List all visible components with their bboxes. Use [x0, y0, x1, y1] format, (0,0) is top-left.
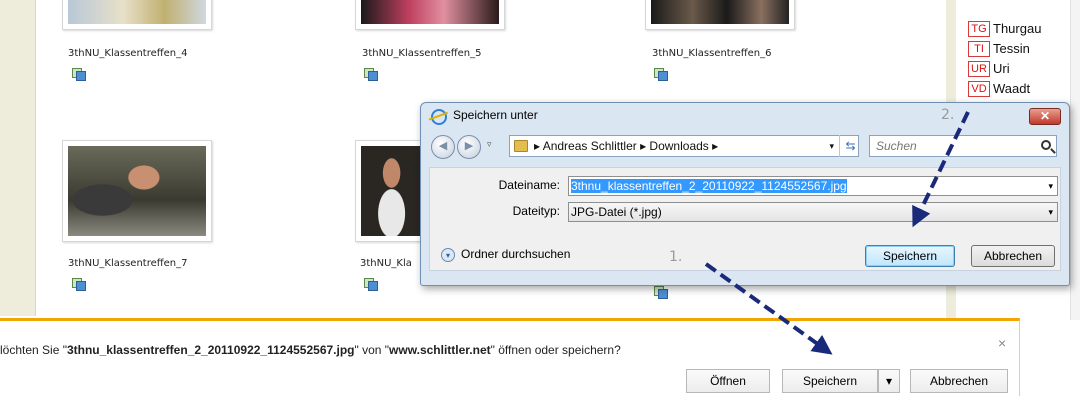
image-icon[interactable]	[654, 68, 668, 81]
filename-field[interactable]: 3thnu_klassentreffen_2_20110922_11245525…	[568, 176, 1058, 196]
recent-locations-dropdown[interactable]: ▿	[487, 139, 492, 150]
photo-thumbnail-5[interactable]	[355, 0, 505, 30]
filetype-select[interactable]: JPG-Datei (*.jpg) ▾	[568, 202, 1058, 222]
cancel-button[interactable]: Abbrechen	[971, 245, 1055, 267]
address-path[interactable]: ▸ Andreas Schlittler ▸ Downloads ▸ ▾	[509, 135, 859, 157]
chevron-down-icon[interactable]: ▾	[1048, 203, 1053, 221]
canton-code: TI	[968, 40, 990, 57]
canton-item-tg[interactable]: TG Thurgau	[968, 20, 1041, 38]
photo-image	[651, 0, 789, 24]
canton-name: Waadt	[993, 81, 1031, 97]
image-icon[interactable]	[72, 278, 86, 291]
save-as-dialog: Speichern unter 2. ✕ ◀ ▶ ▿ ▸ Andreas Sch…	[420, 102, 1070, 286]
photo-caption[interactable]: 3thNU_Klassentreffen_6	[652, 48, 772, 59]
chevron-down-icon[interactable]: ▾	[1048, 177, 1053, 195]
forward-button[interactable]: ▶	[457, 135, 481, 159]
screen: 3thNU_Klassentreffen_4 3thNU_Klassentref…	[0, 0, 1080, 396]
image-icon[interactable]	[364, 68, 378, 81]
browse-folders-toggle[interactable]: ▾ Ordner durchsuchen	[441, 247, 570, 262]
page-scrollbar[interactable]	[1070, 0, 1080, 320]
download-message: löchten Sie "3thnu_klassentreffen_2_2011…	[0, 343, 621, 357]
filename-label: Dateiname:	[498, 178, 560, 192]
dialog-close-button[interactable]: ✕	[1029, 108, 1061, 125]
folder-icon	[514, 140, 528, 152]
annotation-step-1: 1.	[669, 249, 683, 265]
left-page-strip	[0, 0, 36, 316]
canton-item-vd[interactable]: VD Waadt	[968, 80, 1030, 98]
dialog-title: Speichern unter	[453, 108, 538, 122]
filetype-label: Dateityp:	[512, 204, 560, 218]
forward-arrow-icon: ▶	[464, 140, 474, 152]
download-notification-bar: löchten Sie "3thnu_klassentreffen_2_2011…	[0, 318, 1020, 396]
message-middle: " von "	[354, 343, 390, 357]
path-dropdown-icon[interactable]: ▾	[829, 136, 834, 156]
image-icon[interactable]	[72, 68, 86, 81]
message-suffix: " öffnen oder speichern?	[490, 343, 621, 357]
navigation-bar: ◀ ▶ ▿ ▸ Andreas Schlittler ▸ Downloads ▸…	[429, 133, 1061, 159]
image-icon[interactable]	[364, 278, 378, 291]
photo-thumbnail-7[interactable]	[62, 140, 212, 242]
canton-item-ur[interactable]: UR Uri	[968, 60, 1010, 78]
filename-value[interactable]: 3thnu_klassentreffen_2_20110922_11245525…	[571, 179, 847, 193]
message-filename: 3thnu_klassentreffen_2_20110922_11245525…	[66, 343, 355, 357]
canton-item-ti[interactable]: TI Tessin	[968, 40, 1030, 58]
canton-name: Tessin	[993, 41, 1030, 57]
save-button[interactable]: Speichern	[865, 245, 955, 267]
photo-image	[68, 146, 206, 236]
annotation-step-2: 2.	[941, 107, 955, 123]
canton-name: Uri	[993, 61, 1010, 77]
notification-cancel-button[interactable]: Abbrechen	[910, 369, 1008, 393]
notification-close-icon[interactable]: ×	[998, 335, 1006, 351]
message-site: www.schlittler.net	[389, 343, 491, 357]
photo-caption[interactable]: 3thNU_Kla	[360, 258, 412, 269]
back-arrow-icon: ◀	[438, 140, 448, 152]
refresh-icon[interactable]: ⇆	[839, 135, 861, 157]
back-button[interactable]: ◀	[431, 135, 455, 159]
search-input[interactable]: Suchen	[869, 135, 1057, 157]
photo-thumbnail-6[interactable]	[645, 0, 795, 30]
browse-folders-label[interactable]: Ordner durchsuchen	[461, 247, 570, 261]
photo-thumbnail-4[interactable]	[62, 0, 212, 30]
canton-code: TG	[968, 20, 990, 37]
internet-explorer-icon	[431, 109, 447, 125]
image-icon[interactable]	[654, 286, 668, 299]
photo-caption[interactable]: 3thNU_Klassentreffen_5	[362, 48, 482, 59]
canton-code: VD	[968, 80, 990, 97]
photo-image	[361, 0, 499, 24]
photo-caption[interactable]: 3thNU_Klassentreffen_7	[68, 258, 188, 269]
canton-name: Thurgau	[993, 21, 1042, 37]
canton-code: UR	[968, 60, 990, 77]
photo-image	[68, 0, 206, 24]
search-icon[interactable]	[1041, 140, 1051, 150]
search-placeholder: Suchen	[876, 139, 917, 153]
expand-icon[interactable]: ▾	[441, 247, 455, 262]
photo-caption[interactable]: 3thNU_Klassentreffen_4	[68, 48, 188, 59]
notification-save-button[interactable]: Speichern	[782, 369, 878, 393]
photo-image	[361, 146, 429, 236]
path-text[interactable]: ▸ Andreas Schlittler ▸ Downloads ▸	[534, 136, 718, 156]
filetype-value: JPG-Datei (*.jpg)	[571, 205, 662, 219]
open-button[interactable]: Öffnen	[686, 369, 770, 393]
save-dropdown-button[interactable]: ▾	[878, 369, 900, 393]
message-prefix: löchten Sie "	[0, 343, 67, 357]
